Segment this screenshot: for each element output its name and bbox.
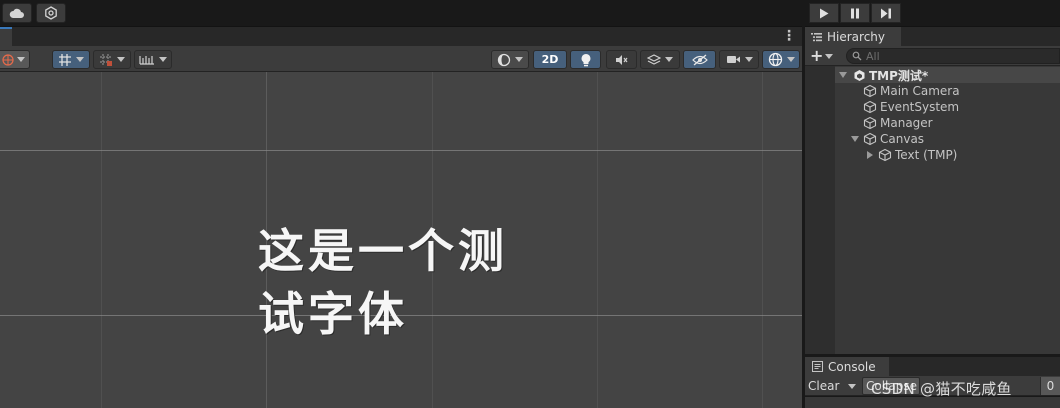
chevron-down-icon — [744, 57, 753, 62]
search-placeholder: All — [866, 49, 880, 63]
chevron-down-icon — [117, 57, 125, 62]
grid-increment-icon — [100, 53, 112, 66]
clear-label: Clear — [808, 379, 840, 393]
lightbulb-icon — [581, 53, 590, 66]
draw-mode-dropdown[interactable] — [491, 50, 529, 69]
scene-visibility-toggle[interactable] — [683, 50, 716, 69]
gameobject-cube-icon — [878, 148, 892, 162]
tmp-text-line: 试字体 — [258, 287, 408, 341]
layers-icon — [647, 53, 661, 65]
pause-button[interactable] — [840, 3, 870, 23]
tab-scene[interactable] — [0, 27, 12, 46]
gameobject-cube-icon — [863, 84, 877, 98]
panel-menu-button[interactable]: ⋮ — [782, 28, 796, 44]
foldout-arrow-icon[interactable] — [867, 151, 873, 159]
grid-line — [597, 72, 598, 408]
watermark: CSDN @猫不吃咸鱼 — [871, 380, 1012, 398]
audio-mute-icon — [615, 54, 627, 65]
add-label: + — [810, 46, 824, 65]
collab-button[interactable] — [36, 3, 66, 23]
tab-console-label: Console — [828, 359, 876, 374]
chevron-down-icon — [825, 53, 834, 59]
hierarchy-item-text-tmp[interactable]: Text (TMP) — [867, 147, 957, 163]
tmp-text-object[interactable]: 这是一个测 试字体 — [258, 220, 568, 346]
tab-hierarchy-label: Hierarchy — [827, 29, 886, 44]
handle-rotation-dropdown[interactable] — [0, 50, 30, 69]
hierarchy-item-event-system[interactable]: EventSystem — [863, 99, 959, 115]
playmode-controls — [809, 3, 902, 23]
eye-slash-icon — [691, 54, 708, 65]
hierarchy-item-main-camera[interactable]: Main Camera — [863, 83, 960, 99]
create-object-button[interactable]: + — [810, 46, 834, 65]
chevron-down-icon — [17, 57, 25, 62]
hierarchy-item-manager[interactable]: Manager — [863, 115, 933, 131]
step-button[interactable] — [871, 3, 901, 23]
hexagon-gear-icon — [45, 6, 57, 20]
step-icon — [881, 8, 891, 18]
hierarchy-item-label: EventSystem — [880, 100, 960, 114]
list-icon — [811, 32, 822, 41]
tmp-text-line: 这是一个测 — [258, 224, 508, 278]
chevron-down-icon — [786, 57, 795, 62]
gameobject-cube-icon — [863, 132, 877, 146]
hierarchy-item-label: Text (TMP) — [895, 148, 958, 162]
hierarchy-item-label: Canvas — [880, 132, 925, 146]
chevron-down-icon — [159, 57, 167, 62]
scene-name: TMP测试* — [869, 68, 929, 83]
clear-button[interactable]: Clear — [808, 377, 857, 395]
chevron-down-icon[interactable] — [848, 383, 857, 389]
scene-view[interactable]: 这是一个测 试字体 — [0, 72, 802, 408]
chevron-down-icon — [665, 57, 673, 62]
gameobject-cube-icon — [863, 116, 877, 130]
main-toolbar — [0, 0, 1060, 26]
audio-toggle[interactable] — [606, 50, 637, 69]
scene-tab-strip — [0, 26, 802, 46]
gameobject-cube-icon — [863, 100, 877, 114]
grid-snapping-toggle[interactable] — [52, 50, 90, 69]
console-icon — [812, 361, 823, 372]
chevron-down-icon — [515, 57, 523, 62]
play-icon — [820, 8, 829, 18]
ruler-icon — [139, 55, 154, 65]
mode-2d-toggle[interactable]: 2D — [533, 50, 567, 69]
hierarchy-item-label: Manager — [880, 116, 933, 130]
foldout-arrow-icon[interactable] — [851, 136, 859, 142]
hierarchy-search-input[interactable]: All — [846, 48, 1060, 64]
mode-2d-label: 2D — [541, 53, 559, 66]
hierarchy-item-label: Main Camera — [880, 84, 960, 98]
message-count-badge[interactable]: 0 — [1040, 377, 1060, 395]
hierarchy-scene-row[interactable]: TMP测试* — [835, 67, 1060, 83]
shading-sphere-icon — [497, 53, 511, 66]
cloud-button[interactable] — [2, 3, 32, 23]
chevron-down-icon — [76, 57, 84, 62]
gizmo-globe-icon — [768, 52, 782, 67]
unity-scene-icon — [854, 69, 865, 81]
cloud-icon — [9, 8, 24, 18]
foldout-arrow-icon[interactable] — [839, 72, 847, 78]
scene-toolbar: 2D — [0, 46, 802, 72]
tab-hierarchy[interactable]: Hierarchy — [805, 27, 901, 46]
gizmos-dropdown[interactable] — [762, 50, 800, 69]
hierarchy-gutter — [805, 66, 835, 354]
play-button[interactable] — [809, 3, 839, 23]
increment-snap-toggle[interactable] — [93, 50, 131, 69]
camera-icon — [726, 56, 740, 63]
grid-snap-icon — [59, 53, 71, 66]
effects-dropdown[interactable] — [640, 50, 680, 69]
camera-settings-dropdown[interactable] — [719, 50, 759, 69]
canvas-bounds-line — [0, 150, 802, 151]
tab-console[interactable]: Console — [805, 357, 889, 376]
lighting-toggle[interactable] — [570, 50, 601, 69]
grid-line — [101, 72, 102, 408]
globe-icon — [2, 53, 14, 66]
hierarchy-item-canvas[interactable]: Canvas — [851, 131, 924, 147]
pause-icon — [851, 8, 859, 18]
search-icon — [852, 51, 862, 61]
grid-line — [762, 72, 763, 408]
ruler-toggle[interactable] — [134, 50, 172, 69]
